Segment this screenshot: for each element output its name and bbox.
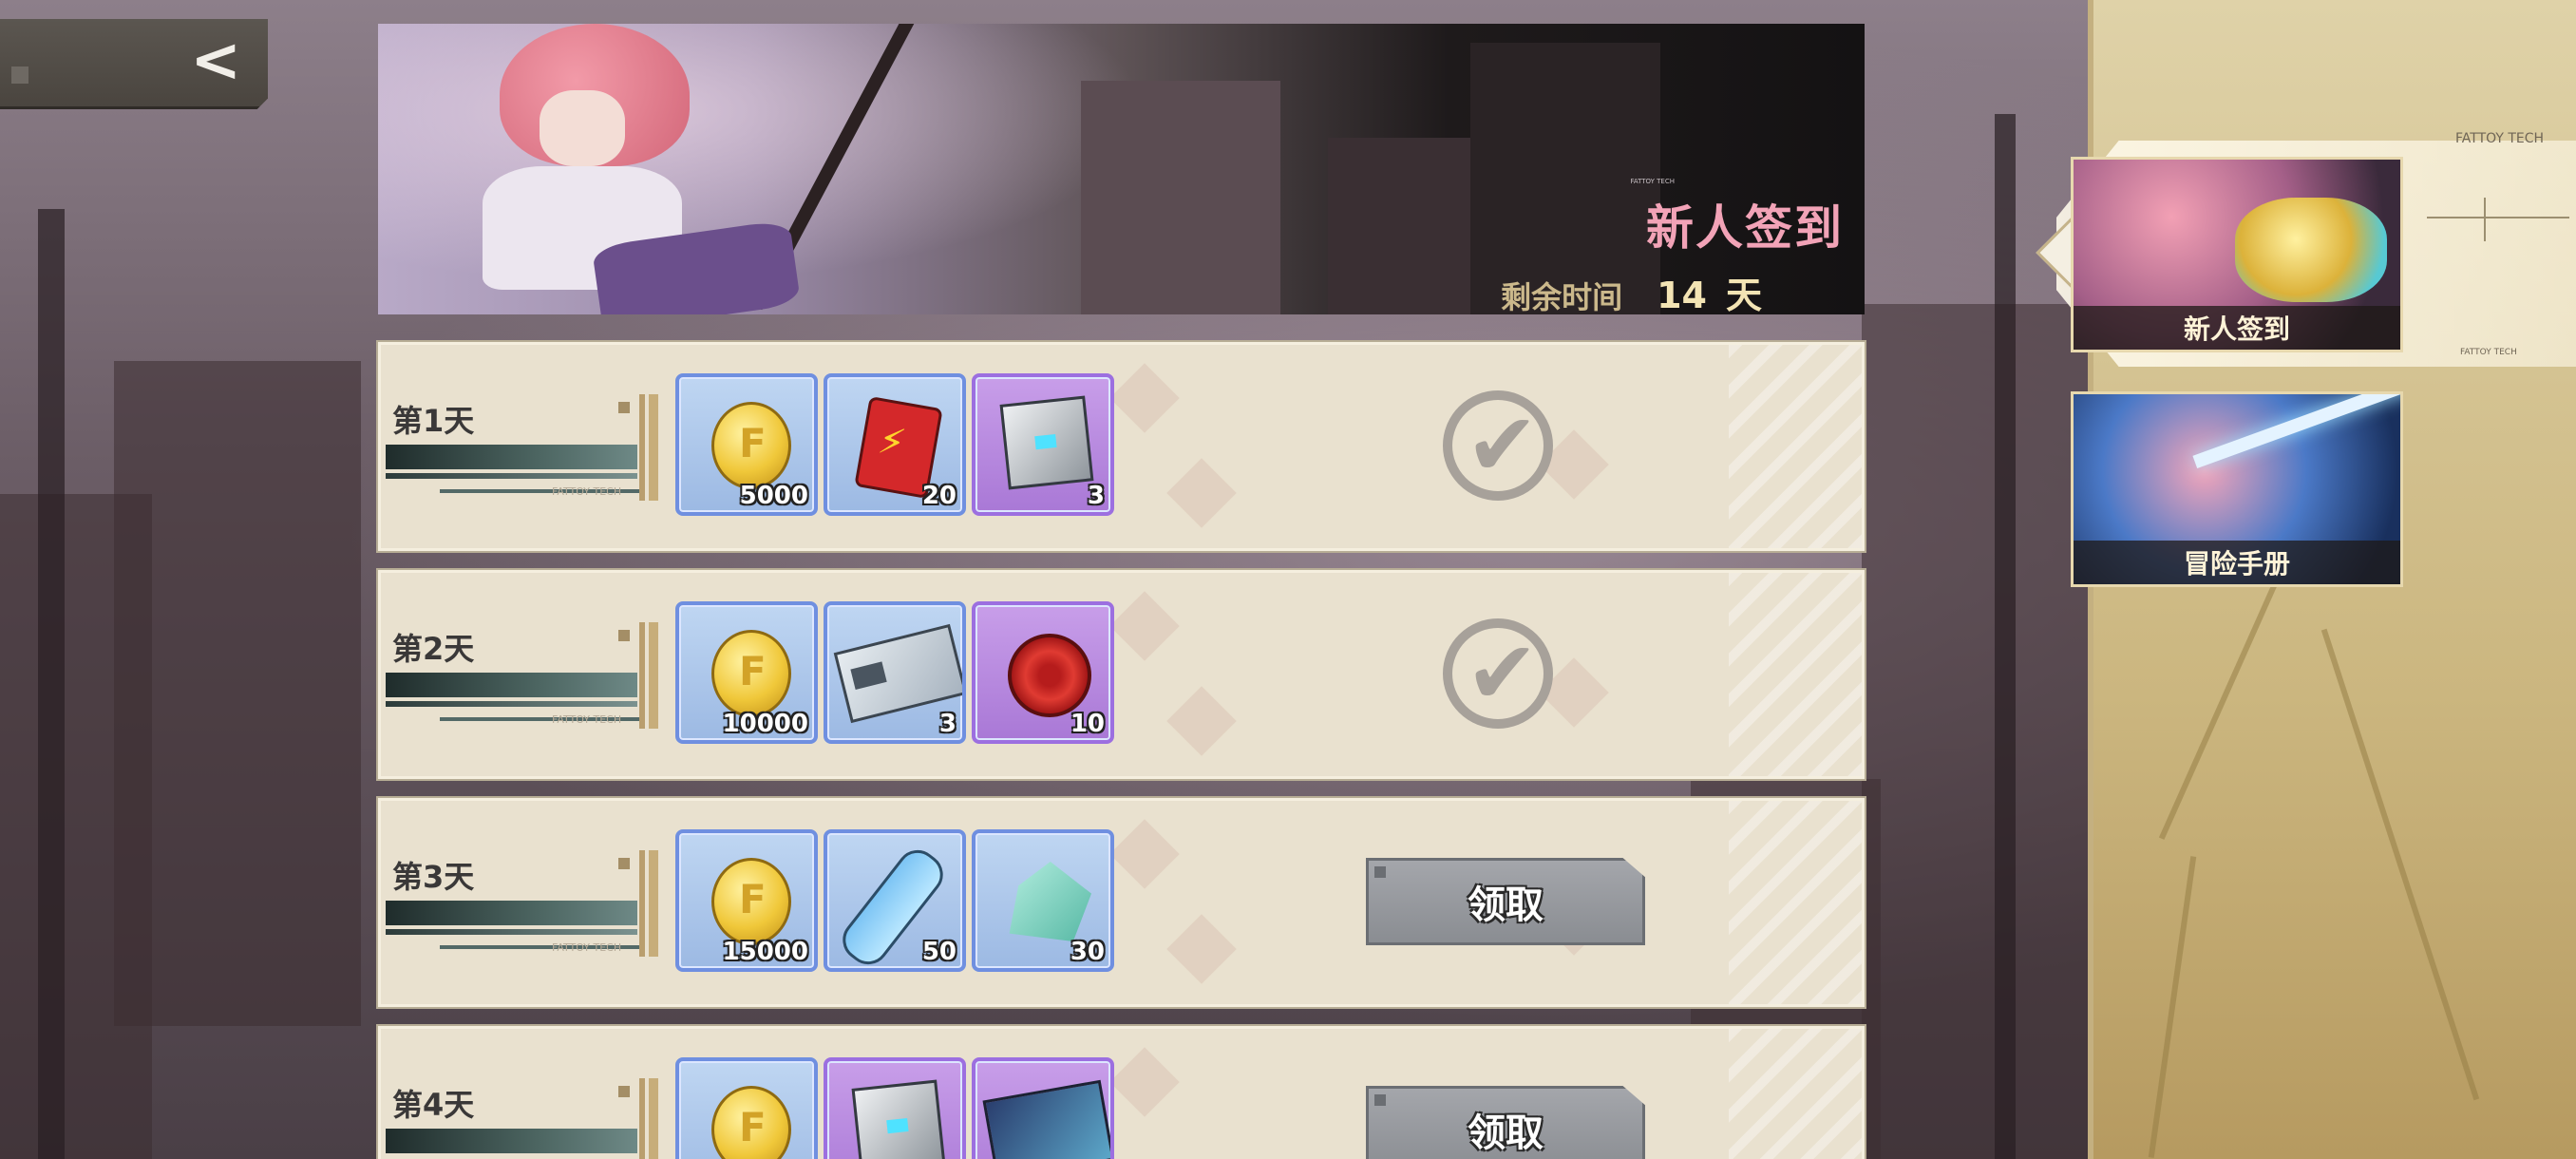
crystal-icon xyxy=(1009,862,1091,941)
remaining-time: 剩余时间 14 天 xyxy=(1501,266,1762,314)
reward-count: 3 xyxy=(1087,482,1105,510)
reward-count: 10 xyxy=(1070,710,1105,738)
day-label: 第4天 xyxy=(392,1087,475,1123)
reward-count: 5000 xyxy=(739,482,808,510)
remaining-time-label: 剩余时间 xyxy=(1501,279,1623,314)
reward-item[interactable]: 3 xyxy=(972,373,1114,516)
reward-count: 30 xyxy=(1070,938,1105,966)
reward-item[interactable]: 30 xyxy=(972,829,1114,972)
reward-item[interactable]: 20 xyxy=(824,373,966,516)
day-row-2: 第2天 FATTOY TECH 10000 3 10 xyxy=(378,570,1865,779)
row-brand: FATTOY TECH xyxy=(552,941,622,954)
day-row-3: 第3天 FATTOY TECH 15000 50 30 领取 xyxy=(378,798,1865,1007)
claim-button-label: 领取 xyxy=(1468,1112,1544,1155)
tab-label: 冒险手册 xyxy=(2074,541,2400,584)
reward-item[interactable] xyxy=(972,1057,1114,1159)
reward-item[interactable]: 3 xyxy=(824,601,966,744)
chevron-left-icon: < xyxy=(190,26,241,96)
reward-count: 20 xyxy=(921,482,957,510)
claim-button-label: 领取 xyxy=(1468,884,1544,927)
reward-item[interactable]: 5000 xyxy=(675,373,818,516)
gold-coin-icon xyxy=(711,858,791,945)
coin-pile-icon xyxy=(2235,198,2387,302)
day-label: 第3天 xyxy=(392,859,475,895)
data-card-icon xyxy=(982,1079,1110,1159)
supply-cube-icon xyxy=(851,1079,946,1159)
gold-coin-icon xyxy=(711,402,791,489)
tab-newbie-checkin[interactable]: 新人签到 xyxy=(2071,157,2403,352)
reward-item[interactable]: 10000 xyxy=(675,601,818,744)
gold-coin-icon xyxy=(711,1086,791,1159)
red-gear-icon xyxy=(1008,634,1091,717)
claim-button[interactable]: 领取 xyxy=(1366,858,1645,945)
claim-button[interactable]: 领取 xyxy=(1366,1086,1645,1159)
reward-count: 3 xyxy=(938,710,957,738)
remaining-days: 14 xyxy=(1657,275,1707,314)
supply-cube-icon xyxy=(999,395,1094,490)
event-banner: FATTOY TECH 新人签到 剩余时间 14 天 xyxy=(378,24,1865,314)
reward-item[interactable] xyxy=(675,1057,818,1159)
reward-count: 10000 xyxy=(722,710,808,738)
back-decoration xyxy=(11,66,28,84)
claimed-check-icon xyxy=(1443,618,1553,729)
ticket-icon xyxy=(833,623,962,724)
remaining-days-unit: 天 xyxy=(1725,275,1762,314)
sidebar-brand-small: FATTOY TECH xyxy=(2460,348,2517,357)
reward-item[interactable]: 15000 xyxy=(675,829,818,972)
reward-item[interactable]: 10 xyxy=(972,601,1114,744)
reward-item[interactable]: 50 xyxy=(824,829,966,972)
banner-title: 新人签到 xyxy=(1646,200,1844,256)
day-label: 第1天 xyxy=(392,403,475,439)
gold-coin-icon xyxy=(711,630,791,717)
reward-item[interactable] xyxy=(824,1057,966,1159)
day-row-4: 第4天 领取 xyxy=(378,1026,1865,1159)
sidebar-brand: FATTOY TECH xyxy=(2455,131,2545,146)
claimed-check-icon xyxy=(1443,390,1553,501)
row-brand: FATTOY TECH xyxy=(552,485,622,498)
day-row-1: 第1天 FATTOY TECH 5000 20 3 xyxy=(378,342,1865,551)
reward-count: 15000 xyxy=(722,938,808,966)
back-button[interactable]: < xyxy=(0,19,268,109)
row-brand: FATTOY TECH xyxy=(552,713,622,726)
tab-adventure-handbook[interactable]: 冒险手册 xyxy=(2071,391,2403,587)
reward-count: 50 xyxy=(921,938,957,966)
day-label: 第2天 xyxy=(392,631,475,667)
banner-brand: FATTOY TECH xyxy=(1630,178,1675,185)
tab-label: 新人签到 xyxy=(2074,306,2400,350)
